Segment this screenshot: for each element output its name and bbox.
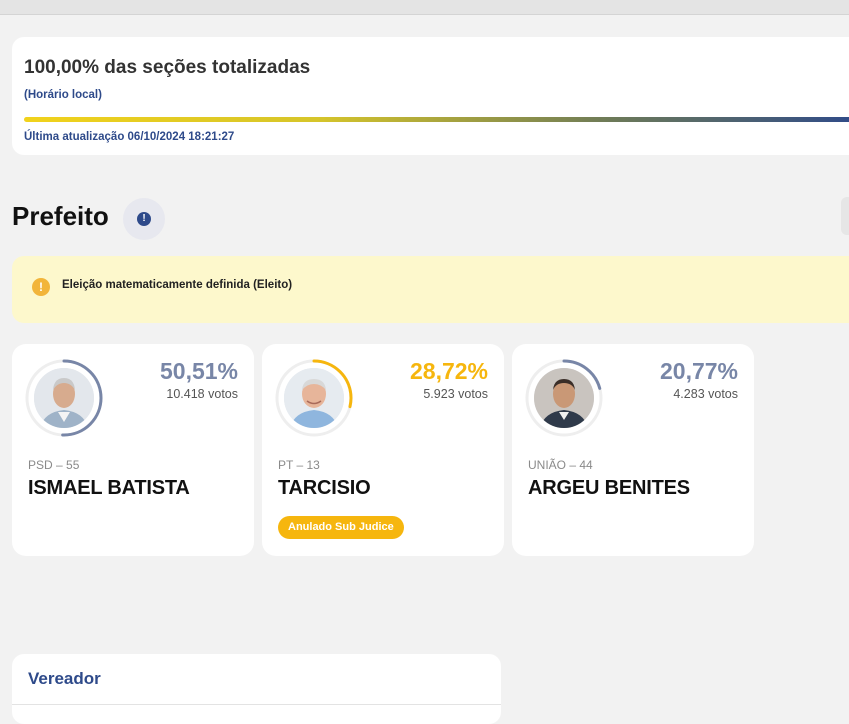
local-time-label: (Horário local) (24, 89, 102, 101)
vereador-section-card[interactable]: Vereador (12, 654, 501, 724)
candidate-percentage: 50,51% (159, 358, 238, 384)
candidate-party-number: PT – 13 (278, 458, 320, 472)
candidate-card[interactable]: 20,77% 4.283 votos UNIÃO – 44 ARGEU BENI… (512, 344, 754, 556)
candidate-votes: 10.418 votos (166, 387, 238, 401)
alert-info-icon: ! (32, 278, 50, 296)
candidate-avatar (24, 358, 104, 438)
election-defined-alert: ! Eleição matematicamente definida (Elei… (12, 256, 849, 323)
candidate-party-number: PSD – 55 (28, 458, 80, 472)
progress-fill (24, 117, 849, 122)
side-control-stub[interactable] (841, 197, 849, 235)
candidate-photo (34, 368, 94, 428)
candidate-votes: 4.283 votos (673, 387, 738, 401)
candidate-card[interactable]: 28,72% 5.923 votos PT – 13 TARCISIO Anul… (262, 344, 504, 556)
candidate-card[interactable]: 50,51% 10.418 votos PSD – 55 ISMAEL BATI… (12, 344, 254, 556)
last-update-timestamp: Última atualização 06/10/2024 18:21:27 (24, 131, 235, 143)
candidate-percentage: 28,72% (409, 358, 488, 384)
totalization-progress-bar (24, 117, 849, 122)
candidate-party-number: UNIÃO – 44 (528, 458, 593, 472)
candidate-name: ARGEU BENITES (528, 477, 690, 499)
candidate-photo (284, 368, 344, 428)
info-button[interactable]: ! (123, 198, 165, 240)
candidate-name: ISMAEL BATISTA (28, 477, 190, 499)
sub-judice-badge: Anulado Sub Judice (278, 516, 404, 539)
vereador-divider (12, 704, 501, 705)
candidate-votes: 5.923 votos (423, 387, 488, 401)
office-title-vereador: Vereador (28, 669, 101, 688)
candidate-name: TARCISIO (278, 477, 371, 499)
info-icon: ! (137, 212, 151, 226)
candidate-avatar (524, 358, 604, 438)
office-title-prefeito: Prefeito (12, 201, 109, 231)
candidate-avatar (274, 358, 354, 438)
candidate-percentage: 20,77% (659, 358, 738, 384)
alert-message: Eleição matematicamente definida (Eleito… (62, 279, 293, 291)
top-toolbar-strip (0, 0, 849, 15)
candidate-photo (534, 368, 594, 428)
totalization-title: 100,00% das seções totalizadas (24, 57, 311, 78)
totalization-status-card: 100,00% das seções totalizadas (Horário … (12, 37, 849, 155)
